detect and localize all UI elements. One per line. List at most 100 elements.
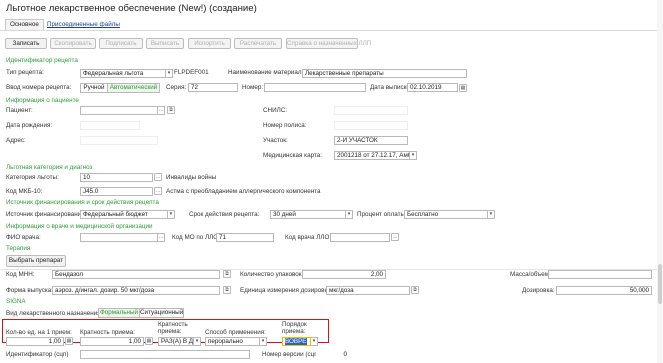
issue-button[interactable]: Выписать <box>146 38 184 49</box>
doctor-dropdown[interactable]: … <box>158 233 165 242</box>
method-label: Способ применения: <box>205 329 266 336</box>
medical-card-field[interactable]: 2001218 от 27.12.17, Амбу <box>334 151 410 160</box>
payment-field[interactable]: Бесплатно <box>404 210 488 219</box>
rx-term-label: Срок действия рецепта: <box>189 211 260 218</box>
tab-attached-files[interactable]: Присоединенные файлы <box>47 21 120 28</box>
input-mode-manual[interactable]: Ручной <box>80 83 108 93</box>
funding-source-dropdown[interactable]: ▾ <box>168 210 175 219</box>
medical-card-dropdown[interactable]: ▾ <box>410 151 417 160</box>
formal-option[interactable]: Формальный <box>98 308 140 318</box>
llo-select-icon[interactable]: … <box>391 233 399 241</box>
number-field[interactable] <box>264 83 366 92</box>
funding-source-label: Источник финансирования: <box>6 211 87 218</box>
series-field[interactable]: 72 <box>188 83 238 92</box>
form-open-icon[interactable]: ⧉ <box>223 286 231 294</box>
mkb-code-field[interactable]: J45.0 <box>80 187 153 196</box>
section-funding: Источник финансирования и срок действия … <box>6 199 159 206</box>
series-label: Серия: <box>166 84 187 91</box>
identifier-field[interactable] <box>80 350 250 359</box>
patient-open-icon[interactable]: ⧉ <box>167 106 175 114</box>
multiplicity-calc-icon[interactable]: ▦ <box>145 337 153 345</box>
page-title: Льготное лекарственное обеспечение (New!… <box>6 3 257 14</box>
save-button[interactable]: Записать <box>5 38 47 49</box>
policy-field <box>334 121 408 130</box>
patient-field[interactable] <box>80 106 158 115</box>
rx-term-field[interactable]: 30 дней <box>270 210 346 219</box>
funding-source-field[interactable]: Федеральный бюджет <box>80 210 168 219</box>
copy-button[interactable]: Скопировать <box>50 38 96 49</box>
form-label: Форма выпуска: <box>6 287 54 294</box>
situational-option[interactable]: Ситуационный <box>140 308 184 318</box>
section-category: Льготная категория и диагноз <box>6 164 93 171</box>
section-patient: Информация о пациенте <box>6 97 79 104</box>
version-field[interactable]: 0 <box>316 350 350 359</box>
doctor-field[interactable] <box>80 233 158 242</box>
site-label: Участок: <box>263 137 288 144</box>
issue-date-field[interactable]: 02.10.2019 <box>407 83 458 92</box>
category-select-icon[interactable]: … <box>154 173 162 181</box>
scrollbar-track[interactable] <box>657 0 663 363</box>
print-button[interactable]: Распечатать <box>234 38 282 49</box>
packages-field[interactable]: 2,00 <box>302 270 386 279</box>
rx-type-field[interactable]: Федеральная льгота <box>80 69 166 78</box>
dose-qty-calc-icon[interactable]: ▦ <box>65 337 73 345</box>
dose-qty-field[interactable]: 1,00 <box>6 337 64 346</box>
snils-field <box>334 106 408 115</box>
dose-unit-open-icon[interactable]: ⧉ <box>411 286 419 294</box>
section-signa: SIGNA <box>6 298 26 305</box>
site-field[interactable]: 2-Й УЧАСТОК <box>334 136 408 145</box>
material-field[interactable]: Лекарственные препараты <box>302 69 467 78</box>
number-label: Номер: <box>242 84 264 91</box>
category-label: Категория льготы: <box>6 174 59 181</box>
issue-date-label: Дата выписки: <box>370 84 412 91</box>
patient-label: Пациент: <box>6 107 33 114</box>
sign-button[interactable]: Подписать <box>99 38 143 49</box>
doctor-label: ФИО врача: <box>6 234 41 241</box>
category-code-field[interactable]: 10 <box>80 173 153 182</box>
dose-unit-label: Единица измерения дозировки: <box>240 287 333 294</box>
llo-code-field[interactable] <box>330 233 390 242</box>
birth-date-field <box>80 121 140 130</box>
form-field[interactable]: аэроз. д/ингал. дозир. 50 мкг/доза <box>52 286 220 295</box>
rx-term-dropdown[interactable]: ▾ <box>346 210 353 219</box>
version-label: Номер версии (сцп) <box>262 351 320 358</box>
dose-unit-field[interactable]: мкг/доза <box>326 286 410 295</box>
mkb-label: Код МКБ-10: <box>6 188 43 195</box>
frequency-label-2: приема: <box>158 328 182 335</box>
mo-code-field[interactable]: 71 <box>216 233 274 242</box>
mkb-select-icon[interactable]: … <box>154 187 162 195</box>
order-dropdown[interactable]: ▾ <box>311 337 318 346</box>
multiplicity-field[interactable]: 1,00 <box>80 337 144 346</box>
rx-type-dropdown[interactable]: ▾ <box>166 69 173 78</box>
mass-field[interactable] <box>548 270 652 279</box>
dosage-field[interactable]: 50,000 <box>556 286 652 295</box>
payment-dropdown[interactable]: ▾ <box>488 210 495 219</box>
dose-qty-label: Кол-во ед. на 1 прием: <box>6 329 72 336</box>
input-mode-auto[interactable]: Автоматический <box>108 83 160 93</box>
tab-main[interactable]: Основное <box>5 19 44 30</box>
patient-dropdown[interactable]: … <box>158 106 165 115</box>
reference-button[interactable]: Справка о назначенных ЛЛП <box>286 38 371 49</box>
policy-label: Номер полиса: <box>263 122 307 129</box>
rx-type-label: Тип рецепта: <box>6 69 44 76</box>
calendar-icon[interactable]: ▦ <box>459 84 467 92</box>
frequency-field[interactable]: РАЗ(А) В Д <box>158 337 194 346</box>
order-label-2: приема: <box>282 328 306 335</box>
scrollbar-thumb[interactable] <box>658 264 662 304</box>
llo-code-label: Код врача ЛЛО: <box>285 234 332 241</box>
mnn-field[interactable]: Бендазол <box>52 270 220 279</box>
choose-drug-button[interactable]: Выбрать препарат <box>6 255 66 267</box>
method-field[interactable]: перорально <box>205 337 260 346</box>
multiplicity-label: Кратность приема: <box>80 329 135 336</box>
section-doctor: Информация о враче и медицинской организ… <box>6 223 153 230</box>
address-field <box>80 136 158 145</box>
birth-date-label: Дата рождения: <box>6 122 53 129</box>
frequency-dropdown[interactable]: ▾ <box>194 337 201 346</box>
mnn-open-icon[interactable]: ⧉ <box>223 270 231 278</box>
medical-card-label: Медицинская карта: <box>263 152 322 159</box>
order-field[interactable]: ВОВРЕ <box>282 337 311 346</box>
payment-label: Процент оплаты: <box>357 211 407 218</box>
mo-code-label: Код МО по ЛЛО: <box>172 234 220 241</box>
method-dropdown[interactable]: ▾ <box>260 337 267 346</box>
spoil-button[interactable]: Испортить <box>188 38 231 49</box>
